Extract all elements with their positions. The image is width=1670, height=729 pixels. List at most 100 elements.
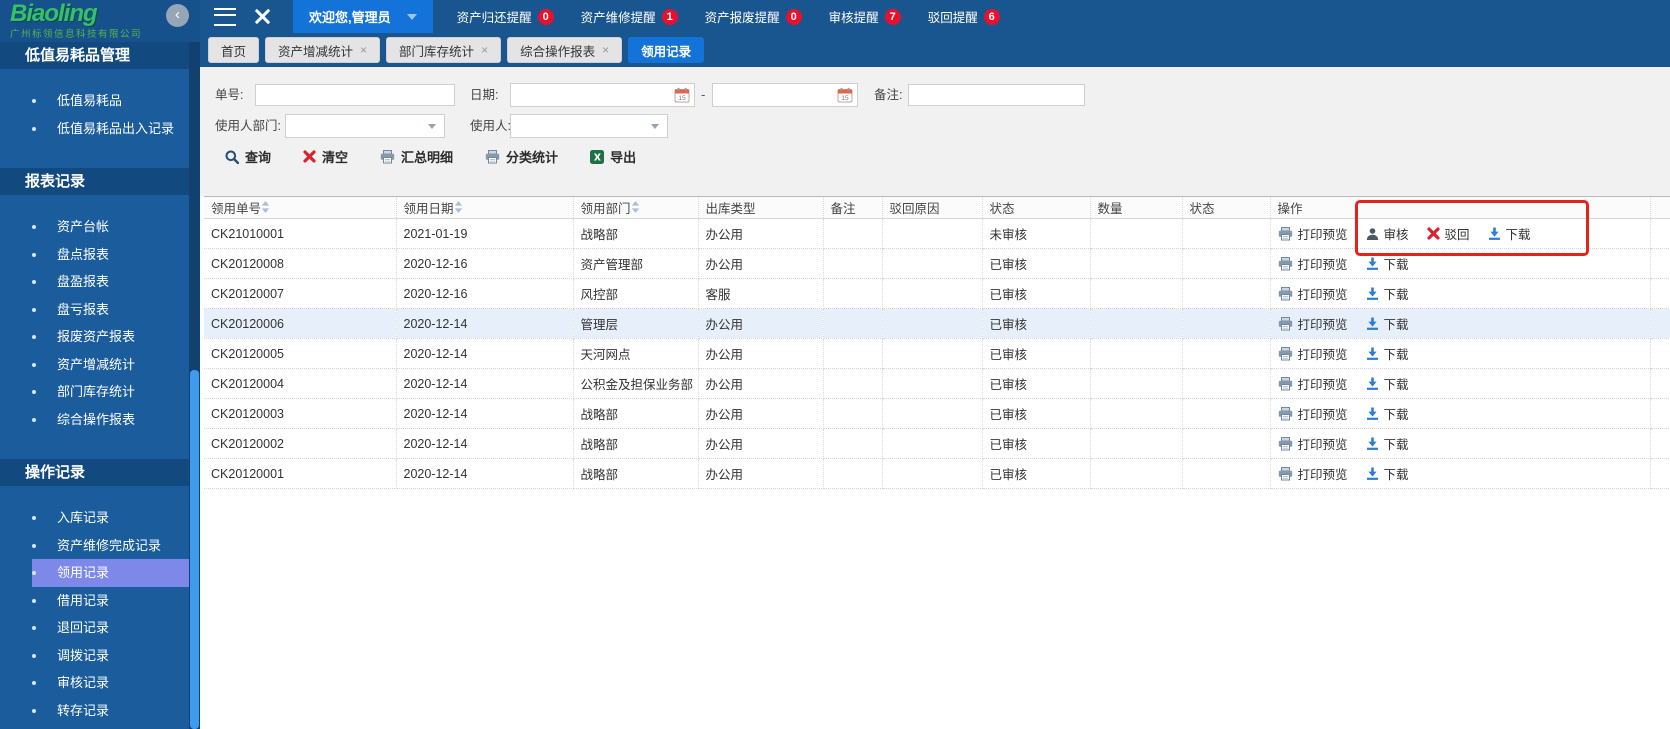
cell-dept: 资产管理部 <box>573 248 699 279</box>
action-download[interactable]: 下载 <box>1366 284 1409 303</box>
printer-icon <box>1278 466 1293 481</box>
toolbar-button-1[interactable]: 清空 <box>303 147 348 166</box>
action-print[interactable]: 打印预览 <box>1278 224 1348 243</box>
calendar-icon[interactable]: 15 <box>674 87 690 103</box>
toolbar-button-3[interactable]: 分类统计 <box>485 147 558 166</box>
date-from-input[interactable]: 15 <box>510 83 695 107</box>
sidebar-item-0-0[interactable]: 低值易耗品 <box>32 87 189 115</box>
sidebar-item-2-4[interactable]: 退回记录 <box>32 614 189 642</box>
collapse-sidebar-button[interactable]: ‹ <box>166 4 189 27</box>
tab-label: 资产增减统计 <box>278 44 354 59</box>
sidebar-item-1-0[interactable]: 资产台帐 <box>32 213 189 241</box>
order-no-input[interactable] <box>255 84 455 106</box>
sidebar-item-2-6[interactable]: 审核记录 <box>32 669 189 697</box>
tab-2[interactable]: 部门库存统计 × <box>386 37 502 63</box>
sidebar-item-1-7[interactable]: 综合操作报表 <box>32 406 189 434</box>
action-print[interactable]: 打印预览 <box>1278 314 1348 333</box>
column-header-5: 驳回原因 <box>882 196 983 219</box>
action-download[interactable]: 下载 <box>1366 254 1409 273</box>
sidebar-item-0-1[interactable]: 低值易耗品出入记录 <box>32 115 189 143</box>
close-icon[interactable] <box>254 8 271 25</box>
sidebar-item-1-3[interactable]: 盘亏报表 <box>32 296 189 324</box>
cell-order-no: CK21010001 <box>204 218 397 249</box>
notification-item-3[interactable]: 审核提醒 7 <box>829 7 901 26</box>
action-download[interactable]: 下载 <box>1488 224 1531 243</box>
action-download[interactable]: 下载 <box>1366 434 1409 453</box>
tab-4[interactable]: 领用记录 <box>628 37 705 63</box>
cell-status2 <box>1182 458 1271 489</box>
action-download[interactable]: 下载 <box>1366 404 1409 423</box>
notification-item-2[interactable]: 资产报废提醒 0 <box>705 7 802 26</box>
cell-out-type: 办公用 <box>698 398 824 429</box>
toolbar-button-0[interactable]: 查询 <box>225 147 271 166</box>
notification-item-1[interactable]: 资产维修提醒 1 <box>581 7 678 26</box>
action-download[interactable]: 下载 <box>1366 464 1409 483</box>
action-print[interactable]: 打印预览 <box>1278 374 1348 393</box>
toolbar-button-2[interactable]: 汇总明细 <box>380 147 453 166</box>
notification-badge: 7 <box>884 8 901 25</box>
sidebar-scrollbar-thumb[interactable] <box>190 370 199 729</box>
action-print[interactable]: 打印预览 <box>1278 254 1348 273</box>
sidebar-scrollbar[interactable] <box>189 42 200 729</box>
tab-1[interactable]: 资产增减统计 × <box>265 37 381 63</box>
sidebar-item-2-5[interactable]: 调拨记录 <box>32 642 189 670</box>
sidebar-item-1-6[interactable]: 部门库存统计 <box>32 378 189 406</box>
action-print[interactable]: 打印预览 <box>1278 464 1348 483</box>
cell-status: 已审核 <box>982 458 1091 489</box>
menu-icon[interactable] <box>214 7 236 26</box>
sidebar-item-2-2[interactable]: 领用记录 <box>32 559 189 587</box>
notification-item-4[interactable]: 驳回提醒 6 <box>928 7 1000 26</box>
tab-close-icon[interactable]: × <box>360 44 367 56</box>
notification-item-0[interactable]: 资产归还提醒 0 <box>457 7 554 26</box>
sidebar-item-1-4[interactable]: 报废资产报表 <box>32 323 189 351</box>
action-download[interactable]: 下载 <box>1366 314 1409 333</box>
action-reject[interactable]: 驳回 <box>1426 224 1470 243</box>
tab-3[interactable]: 综合操作报表 × <box>507 37 623 63</box>
sidebar-item-1-5[interactable]: 资产增减统计 <box>32 351 189 379</box>
column-header-8: 状态 <box>1182 196 1271 219</box>
date-to-input[interactable]: 15 <box>712 83 858 107</box>
tab-0[interactable]: 首页 <box>208 37 260 63</box>
cell-date: 2020-12-16 <box>396 278 574 309</box>
action-audit[interactable]: 审核 <box>1366 224 1409 243</box>
cell-order-no: CK20120005 <box>204 338 397 369</box>
sidebar-item-2-0[interactable]: 入库记录 <box>32 504 189 532</box>
cell-date: 2020-12-16 <box>396 248 574 279</box>
action-label: 下载 <box>1383 468 1409 482</box>
cell-remark <box>823 428 883 459</box>
user-label: 使用人: <box>470 119 511 133</box>
action-print[interactable]: 打印预览 <box>1278 404 1348 423</box>
sidebar-item-2-7[interactable]: 转存记录 <box>32 697 189 725</box>
sidebar-item-2-1[interactable]: 资产维修完成记录 <box>32 532 189 560</box>
cell-date: 2020-12-14 <box>396 398 574 429</box>
column-header-2[interactable]: 领用部门 <box>573 196 699 219</box>
remark-input[interactable] <box>908 84 1085 106</box>
tab-close-icon[interactable]: × <box>481 44 488 56</box>
sidebar-item-1-1[interactable]: 盘点报表 <box>32 241 189 269</box>
calendar-icon[interactable]: 15 <box>837 87 853 103</box>
sidebar-item-1-2[interactable]: 盘盈报表 <box>32 268 189 296</box>
tab-close-icon[interactable]: × <box>602 44 609 56</box>
sort-icon <box>261 201 270 213</box>
action-download[interactable]: 下载 <box>1366 374 1409 393</box>
cell-remark <box>823 398 883 429</box>
cell-status2 <box>1182 218 1271 249</box>
printer-icon <box>1278 346 1293 361</box>
column-header-1[interactable]: 领用日期 <box>396 196 574 219</box>
action-print[interactable]: 打印预览 <box>1278 284 1348 303</box>
action-download[interactable]: 下载 <box>1366 344 1409 363</box>
user-dept-select[interactable] <box>285 114 445 138</box>
sidebar-item-2-3[interactable]: 借用记录 <box>32 587 189 615</box>
action-print[interactable]: 打印预览 <box>1278 434 1348 453</box>
action-print[interactable]: 打印预览 <box>1278 344 1348 363</box>
row-actions: 打印预览 审核 驳回 下载 <box>1271 224 1650 243</box>
user-menu-button[interactable]: 欢迎您,管理员 <box>293 0 433 33</box>
sidebar-item-2-8[interactable]: 维修记录 <box>32 724 189 729</box>
cell-qty <box>1090 338 1183 369</box>
toolbar-button-4[interactable]: 导出 <box>590 147 636 166</box>
user-select[interactable] <box>510 114 668 138</box>
cell-dept: 公积金及担保业务部 <box>573 368 699 399</box>
table-row: CK20120006 2020-12-14 管理层 办公用 已审核 打印预览 下载 <box>204 308 1670 339</box>
cell-actions: 打印预览 下载 <box>1270 398 1651 429</box>
column-header-0[interactable]: 领用单号 <box>204 196 397 219</box>
